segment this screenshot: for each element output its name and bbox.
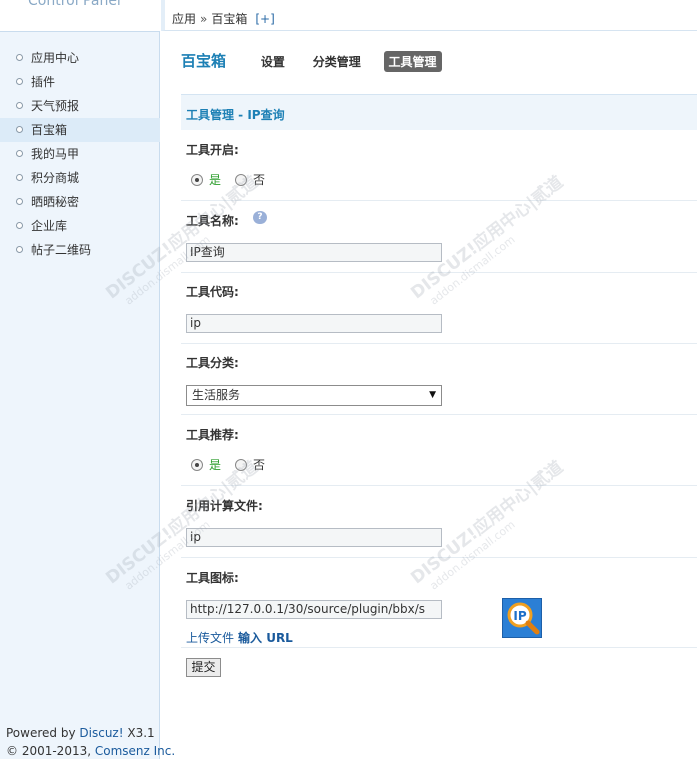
sidebar: Control Panel 应用中心 插件 天气预报 百宝箱 我的马甲 积分商城… [0,0,175,760]
sidebar-item-secrets[interactable]: 晒晒秘密 [0,190,160,214]
enable-no-radio[interactable] [235,173,248,186]
row-divider [181,272,697,273]
bullet-icon [16,150,23,157]
watermark: DISCUZ!应用中心|贰道 addon.dismall.com [407,172,568,308]
row-divider [181,557,697,558]
bullet-icon [16,198,23,205]
sidebar-item-label: 晒晒秘密 [31,195,80,209]
row-divider [181,485,697,486]
row-divider [181,647,697,648]
bullet-icon [16,126,23,133]
section-header: 工具管理 - IP查询 [181,94,697,130]
sidebar-item-vest[interactable]: 我的马甲 [0,142,160,166]
breadcrumb-root[interactable]: 应用 [172,12,196,26]
enable-label: 工具开启: [186,143,239,157]
bullet-icon [16,174,23,181]
icon-label: 工具图标: [186,571,239,585]
sidebar-item-label: 百宝箱 [31,123,68,137]
copyright-line: © 2001-2013, Comsenz Inc. [6,742,175,760]
powered-prefix: Powered by [6,726,76,740]
sidebar-item-label: 插件 [31,75,56,89]
copyright-text: © 2001-2013, [6,744,92,758]
powered-by-line: Powered by Discuz! X3.1 [6,724,160,742]
sidebar-item-qrcode[interactable]: 帖子二维码 [0,238,160,262]
watermark: DISCUZ!应用中心|贰道 addon.dismall.com [407,457,568,593]
sidebar-footer: Powered by Discuz! X3.1 © 2001-2013, Com… [0,724,175,760]
tab-category-management[interactable]: 分类管理 [308,51,366,72]
brand-title: Control Panel [28,0,121,9]
sidebar-item-app-center[interactable]: 应用中心 [0,46,160,70]
breadcrumb-current: 百宝箱 [211,12,248,26]
recommend-yes-label[interactable]: 是 [209,458,221,472]
sidebar-item-weather[interactable]: 天气预报 [0,94,160,118]
sidebar-item-plugins[interactable]: 插件 [0,70,160,94]
breadcrumb-separator: » [200,12,208,26]
enable-yes-radio[interactable] [191,173,203,186]
recommend-yes-radio[interactable] [191,458,203,471]
sidebar-item-label: 积分商城 [31,171,80,185]
enable-no-label[interactable]: 否 [253,173,265,187]
row-divider [181,414,697,415]
question-bubble-icon[interactable]: ? [253,211,267,224]
dropdown-arrow-icon: ▼ [429,390,436,400]
recommend-no-radio[interactable] [235,458,248,471]
sidebar-item-label: 天气预报 [31,99,80,113]
row-divider [181,343,697,344]
upload-file-link[interactable]: 上传文件 [186,631,234,645]
sidebar-item-label: 帖子二维码 [31,243,92,257]
category-selected-value: 生活服务 [192,388,241,402]
bullet-icon [16,246,23,253]
add-shortcut-button[interactable]: [+] [255,12,274,26]
recommend-no-label[interactable]: 否 [253,458,265,472]
main-content: 百宝箱 设置 分类管理 工具管理 工具管理 - IP查询 工具开启: 是否 工具… [102,32,697,759]
category-select[interactable]: 生活服务 ▼ [186,385,442,406]
enter-url-link[interactable]: 输入 URL [238,631,293,645]
calc-file-input[interactable]: ip [186,528,442,547]
sidebar-item-label: 应用中心 [31,51,80,65]
top-bar: 应用 » 百宝箱 [+] [161,0,697,31]
bullet-icon [16,78,23,85]
enable-radio-group: 是否 [191,171,279,188]
title-row: 百宝箱 设置 分类管理 工具管理 [181,50,456,72]
bullet-icon [16,54,23,61]
icon-url-input[interactable]: http://127.0.0.1/30/source/plugin/bbx/s [186,600,442,619]
ip-preview-text: IP [513,609,526,623]
tool-code-input[interactable]: ip [186,314,442,333]
recommend-label: 工具推荐: [186,428,239,442]
breadcrumb: 应用 » 百宝箱 [+] [172,10,275,27]
row-divider [181,200,697,201]
sidebar-item-toolbox[interactable]: 百宝箱 [0,118,160,142]
sidebar-menu: 应用中心 插件 天气预报 百宝箱 我的马甲 积分商城 晒晒秘密 企业库 帖子二维… [0,46,160,262]
discuz-link[interactable]: Discuz! [79,726,123,740]
icon-source-links: 上传文件 输入 URL [186,629,293,646]
sidebar-item-label: 企业库 [31,219,68,233]
bullet-icon [16,102,23,109]
version-text: X3.1 [127,726,155,740]
tool-name-input[interactable]: IP查询 [186,243,442,262]
sidebar-item-points-mall[interactable]: 积分商城 [0,166,160,190]
tab-settings[interactable]: 设置 [256,51,290,72]
calc-file-label: 引用计算文件: [186,499,263,513]
category-label: 工具分类: [186,356,239,370]
sidebar-item-label: 我的马甲 [31,147,80,161]
section-title: 工具管理 - IP查询 [186,108,285,122]
magnifier-icon: IP [507,602,540,635]
bullet-icon [16,222,23,229]
recommend-radio-group: 是否 [191,456,279,473]
page-title: 百宝箱 [181,52,227,70]
ip-lookup-icon-preview: IP [502,598,542,638]
brand-header: Control Panel [0,0,160,32]
name-label: 工具名称: [186,214,239,228]
tab-tool-management[interactable]: 工具管理 [383,51,442,72]
code-label: 工具代码: [186,285,239,299]
enable-yes-label[interactable]: 是 [209,173,221,187]
submit-button[interactable]: 提交 [186,658,221,677]
sidebar-item-enterprise[interactable]: 企业库 [0,214,160,238]
